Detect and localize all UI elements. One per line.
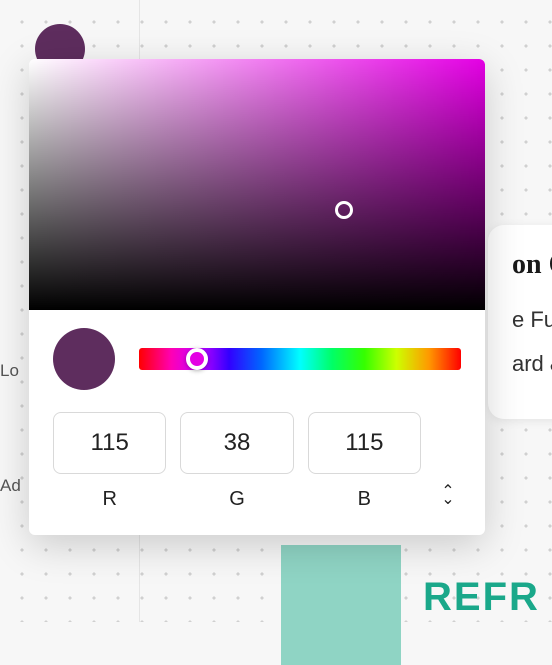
info-card: on Q e Fu ard & (488, 225, 552, 419)
card-line-1: e Fu (512, 307, 552, 333)
r-input[interactable] (53, 412, 166, 474)
b-input[interactable] (308, 412, 421, 474)
hue-row (29, 310, 485, 390)
hue-slider[interactable] (139, 348, 461, 370)
r-label: R (102, 488, 116, 511)
logo-text-fragment: REFR (423, 575, 540, 620)
color-mode-toggle[interactable]: ⌃ ⌄ (435, 484, 461, 508)
chevron-down-icon: ⌄ (441, 496, 454, 504)
card-title: on Q (512, 249, 552, 281)
g-input[interactable] (180, 412, 293, 474)
saturation-value-field[interactable] (29, 59, 485, 310)
color-preview-swatch (53, 328, 115, 390)
g-label: G (229, 488, 245, 511)
hue-drag-handle[interactable] (186, 348, 208, 370)
rgb-inputs-row: R G B ⌃ ⌄ (29, 390, 485, 511)
teal-block (281, 545, 401, 665)
sidebar-label-location: Lo (0, 361, 19, 381)
color-picker-popover: R G B ⌃ ⌄ (29, 59, 485, 535)
b-label: B (358, 488, 371, 511)
sv-drag-handle[interactable] (335, 201, 353, 219)
sidebar-label-add: Ad (0, 476, 21, 496)
card-line-2: ard & (512, 351, 552, 377)
